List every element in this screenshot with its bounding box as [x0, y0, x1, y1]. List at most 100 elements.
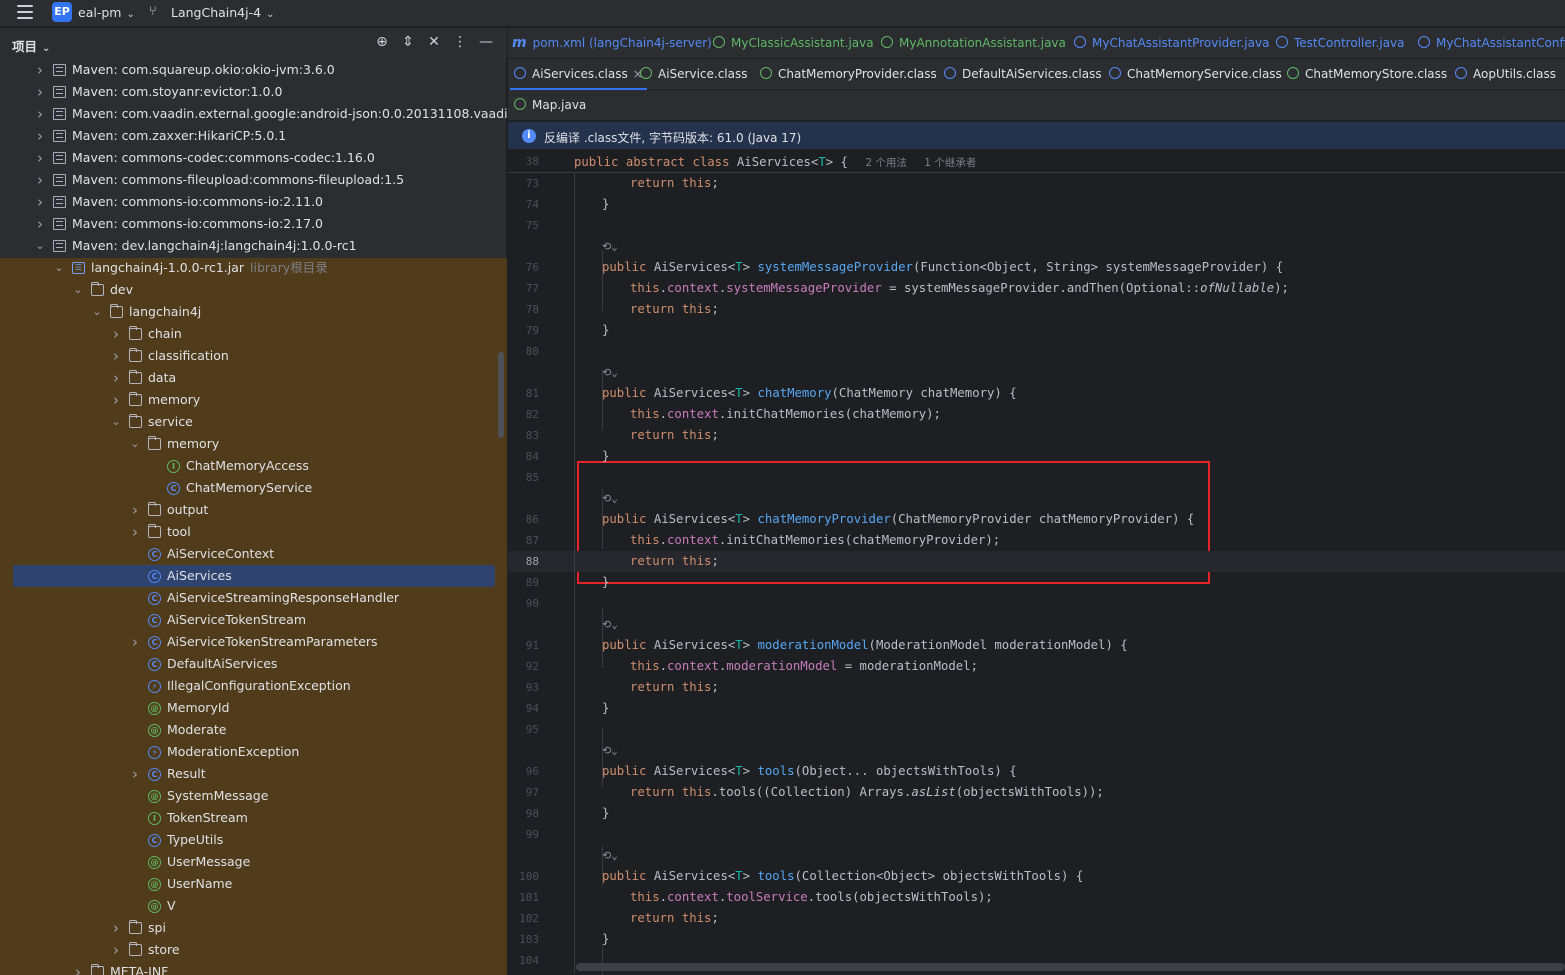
code-line[interactable]: 95	[508, 719, 1565, 740]
code-editor[interactable]: 38 public abstract class AiServices<T> {…	[508, 151, 1565, 975]
code-line[interactable]: 99	[508, 824, 1565, 845]
tree-item[interactable]: › META-INF	[0, 961, 507, 975]
tree-item[interactable]: › Maven: com.zaxxer:HikariCP:5.0.1	[0, 125, 507, 147]
chevron-right-icon[interactable]: ›	[129, 763, 141, 785]
code-line[interactable]: ⟲⌄	[508, 488, 1565, 509]
code-line[interactable]: 89}	[508, 572, 1565, 593]
code-line[interactable]: 104	[508, 950, 1565, 971]
chevron-right-icon[interactable]: ›	[110, 345, 122, 367]
code-line[interactable]: 75	[508, 215, 1565, 236]
tree-item[interactable]: › Maven: commons-codec:commons-codec:1.16…	[0, 147, 507, 169]
code-line[interactable]: 84}	[508, 446, 1565, 467]
editor-tab[interactable]: MyClassicAssistant.java	[713, 28, 874, 59]
tree-item[interactable]: › spi	[0, 917, 507, 939]
usages-hint[interactable]: 2 个用法	[865, 157, 907, 169]
tree-item[interactable]: ⌄ memory	[0, 433, 507, 455]
chevron-right-icon[interactable]: ›	[129, 521, 141, 543]
code-line[interactable]: 86 public AiServices<T> chatMemoryProvide…	[508, 509, 1565, 530]
editor-tab[interactable]: MyAnnotationAssistant.java	[881, 28, 1066, 59]
code-line[interactable]: ⟲⌄	[508, 236, 1565, 257]
tree-item[interactable]: ⌄ ☰ langchain4j-1.0.0-rc1.jar library根目录	[0, 257, 507, 279]
collapse-all-icon[interactable]: ✕	[427, 34, 441, 50]
code-line[interactable]: 103}	[508, 929, 1565, 950]
code-line[interactable]: 101 this.context.toolService.tools(object…	[508, 887, 1565, 908]
code-line[interactable]: 80	[508, 341, 1565, 362]
inheritors-hint[interactable]: 1 个继承者	[924, 157, 976, 169]
tree-item[interactable]: › store	[0, 939, 507, 961]
editor-tab[interactable]: Map.java	[514, 90, 586, 121]
chevron-right-icon[interactable]: ›	[34, 191, 46, 213]
code-line[interactable]: 79}	[508, 320, 1565, 341]
tree-item[interactable]: C AiServices	[0, 565, 507, 587]
sticky-header[interactable]: 38 public abstract class AiServices<T> {…	[508, 151, 1565, 173]
editor-tab[interactable]: MyChatAssistantConfig.j	[1418, 28, 1565, 59]
editor-tab[interactable]: ChatMemoryService.class	[1109, 59, 1282, 90]
tree-item[interactable]: › output	[0, 499, 507, 521]
code-line[interactable]: 94}	[508, 698, 1565, 719]
chevron-right-icon[interactable]: ›	[129, 499, 141, 521]
tree-item[interactable]: I TokenStream	[0, 807, 507, 829]
tree-item[interactable]: @ MemoryId	[0, 697, 507, 719]
chevron-down-icon[interactable]: ⌄	[110, 411, 122, 433]
code-line[interactable]: 93 return this;	[508, 677, 1565, 698]
tree-item[interactable]: › Maven: com.stoyanr:evictor:1.0.0	[0, 81, 507, 103]
code-line[interactable]: 91 public AiServices<T> moderationModel(M…	[508, 635, 1565, 656]
editor-tab[interactable]: m pom.xml (langChain4j-server)	[512, 28, 712, 59]
tree-item[interactable]: › C AiServiceTokenStreamParameters	[0, 631, 507, 653]
editor-tab[interactable]: ChatMemoryStore.class	[1287, 59, 1447, 90]
code-line[interactable]: 82 this.context.initChatMemories(chatMemo…	[508, 404, 1565, 425]
chevron-right-icon[interactable]: ›	[110, 917, 122, 939]
code-line[interactable]: ⟲⌄	[508, 740, 1565, 761]
editor-tab[interactable]: TestController.java	[1276, 28, 1405, 59]
tree-item[interactable]: › Maven: com.squareup.okio:okio-jvm:3.6.0	[0, 59, 507, 81]
chevron-right-icon[interactable]: ›	[110, 323, 122, 345]
chevron-right-icon[interactable]: ›	[110, 367, 122, 389]
code-line[interactable]: 83 return this;	[508, 425, 1565, 446]
tree-item[interactable]: ⌄ Maven: dev.langchain4j:langchain4j:1.0.…	[0, 235, 507, 257]
code-line[interactable]: 73 return this;	[508, 173, 1565, 194]
editor-tab[interactable]: ChatMemoryProvider.class	[760, 59, 937, 90]
chevron-right-icon[interactable]: ›	[34, 213, 46, 235]
tree-item[interactable]: › C Result	[0, 763, 507, 785]
tree-item[interactable]: › data	[0, 367, 507, 389]
tree-item[interactable]: ⌄ service	[0, 411, 507, 433]
expand-all-icon[interactable]: ⇕	[401, 34, 415, 50]
hide-panel-icon[interactable]: —	[479, 34, 493, 50]
code-line[interactable]: 81 public AiServices<T> chatMemory(ChatMe…	[508, 383, 1565, 404]
chevron-down-icon[interactable]: ⌄	[72, 279, 84, 301]
code-line[interactable]: 88 return this;	[508, 551, 1565, 572]
code-line[interactable]: 98}	[508, 803, 1565, 824]
code-line[interactable]: 74}	[508, 194, 1565, 215]
tree-item[interactable]: @ SystemMessage	[0, 785, 507, 807]
code-line[interactable]: 76 public AiServices<T> systemMessageProv…	[508, 257, 1565, 278]
chevron-down-icon[interactable]: ⌄	[91, 301, 103, 323]
editor-tab[interactable]: MyChatAssistantProvider.java	[1074, 28, 1269, 59]
chevron-right-icon[interactable]: ›	[34, 125, 46, 147]
tree-item[interactable]: C AiServiceTokenStream	[0, 609, 507, 631]
tree-item[interactable]: › classification	[0, 345, 507, 367]
locate-file-icon[interactable]: ⊕	[375, 34, 389, 50]
tree-item[interactable]: @ UserMessage	[0, 851, 507, 873]
tree-scrollbar[interactable]	[498, 352, 504, 438]
code-line[interactable]: ⟲⌄	[508, 971, 1565, 975]
chevron-right-icon[interactable]: ›	[110, 389, 122, 411]
tree-item[interactable]: › tool	[0, 521, 507, 543]
editor-tab[interactable]: AiServices.class ×	[510, 59, 647, 90]
project-view-selector[interactable]: 项目 ⌄	[12, 36, 50, 55]
code-line[interactable]: 77 this.context.systemMessageProvider = s…	[508, 278, 1565, 299]
code-line[interactable]: 90	[508, 593, 1565, 614]
tree-item[interactable]: › Maven: commons-fileupload:commons-fileu…	[0, 169, 507, 191]
editor-tab[interactable]: AiService.class	[640, 59, 748, 90]
tree-item[interactable]: @ Moderate	[0, 719, 507, 741]
code-line[interactable]: ⟲⌄	[508, 362, 1565, 383]
chevron-down-icon[interactable]: ⌄	[53, 257, 65, 279]
tree-item[interactable]: ⌄ langchain4j	[0, 301, 507, 323]
chevron-down-icon[interactable]: ⌄	[34, 235, 46, 257]
code-line[interactable]: 78 return this;	[508, 299, 1565, 320]
main-menu-icon[interactable]	[17, 5, 33, 19]
tree-item[interactable]: ⌄ dev	[0, 279, 507, 301]
project-badge[interactable]: EP	[52, 2, 72, 22]
code-line[interactable]: ⟲⌄	[508, 614, 1565, 635]
tree-item[interactable]: › Maven: commons-io:commons-io:2.11.0	[0, 191, 507, 213]
tree-item[interactable]: C TypeUtils	[0, 829, 507, 851]
